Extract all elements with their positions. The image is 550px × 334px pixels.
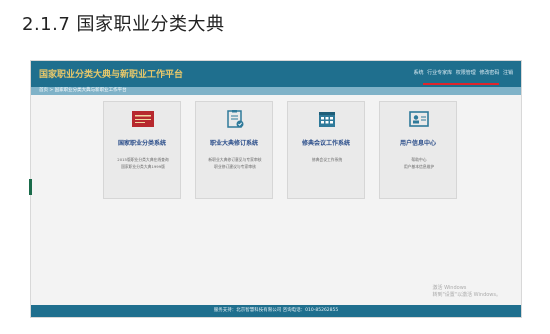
card-desc[interactable]: 用户基本信息维护	[386, 164, 452, 170]
card-meeting-system[interactable]: 修典会议工作系统 修典会议工作系统	[287, 101, 365, 199]
footer: 服务支持：北京智慧科技有限公司 咨询电话：010-85262855	[31, 305, 521, 317]
card-title: 国家职业分类系统	[117, 140, 166, 147]
watermark-line: 激活 Windows	[432, 285, 467, 291]
top-link-change-password[interactable]: 修改密码	[479, 70, 499, 76]
calendar-icon	[319, 112, 335, 127]
card-revision-system[interactable]: 职业大典修订系统 新职业大典修订意见与专家审核 职业修订建议与专家审核	[195, 101, 273, 199]
top-nav-bar: 国家职业分类大典与新职业工作平台 系统 行业专家库 权限管理 修改密码 注销	[31, 61, 521, 87]
side-handle[interactable]	[29, 179, 32, 195]
watermark-line: 转到"设置"以激活 Windows。	[432, 292, 501, 298]
book-icon	[132, 111, 154, 127]
card-desc[interactable]: 国家职业分类大典1999版	[110, 164, 176, 170]
windows-activation-watermark: 激活 Windows 转到"设置"以激活 Windows。	[432, 285, 501, 299]
card-desc[interactable]: 职业修订建议与专家审核	[202, 164, 268, 170]
page-heading: 2.1.7 国家职业分类大典	[22, 14, 225, 35]
top-link-permissions[interactable]: 权限管理	[456, 70, 476, 76]
card-desc[interactable]: 帮助中心	[386, 157, 452, 163]
card-title: 用户信息中心	[399, 140, 436, 147]
card-desc[interactable]: 新职业大典修订意见与专家审核	[202, 157, 268, 163]
top-link-expert-library[interactable]: 行业专家库	[427, 70, 452, 76]
card-user-center[interactable]: 用户信息中心 帮助中心 用户基本信息维护	[379, 101, 457, 199]
app-screenshot: 国家职业分类大典与新职业工作平台 系统 行业专家库 权限管理 修改密码 注销 首…	[29, 60, 522, 318]
highlight-underline	[423, 83, 499, 85]
card-desc[interactable]: 2015版职业分类大典在线查询	[110, 157, 176, 163]
top-links: 系统 行业专家库 权限管理 修改密码 注销	[412, 69, 513, 76]
card-title: 修典会议工作系统	[301, 140, 350, 147]
card-classification-system[interactable]: 国家职业分类系统 2015版职业分类大典在线查询 国家职业分类大典1999版	[103, 101, 181, 199]
breadcrumb[interactable]: 首页 > 国家职业分类大典与新职业工作平台	[31, 87, 521, 95]
clipboard-check-icon	[227, 110, 244, 128]
card-title: 职业大典修订系统	[209, 140, 258, 147]
top-link-system[interactable]: 系统	[414, 70, 424, 76]
id-card-icon	[409, 111, 429, 127]
top-link-logout[interactable]: 注销	[503, 70, 513, 76]
card-desc[interactable]: 修典会议工作系统	[294, 157, 360, 163]
app-title: 国家职业分类大典与新职业工作平台	[39, 70, 184, 80]
